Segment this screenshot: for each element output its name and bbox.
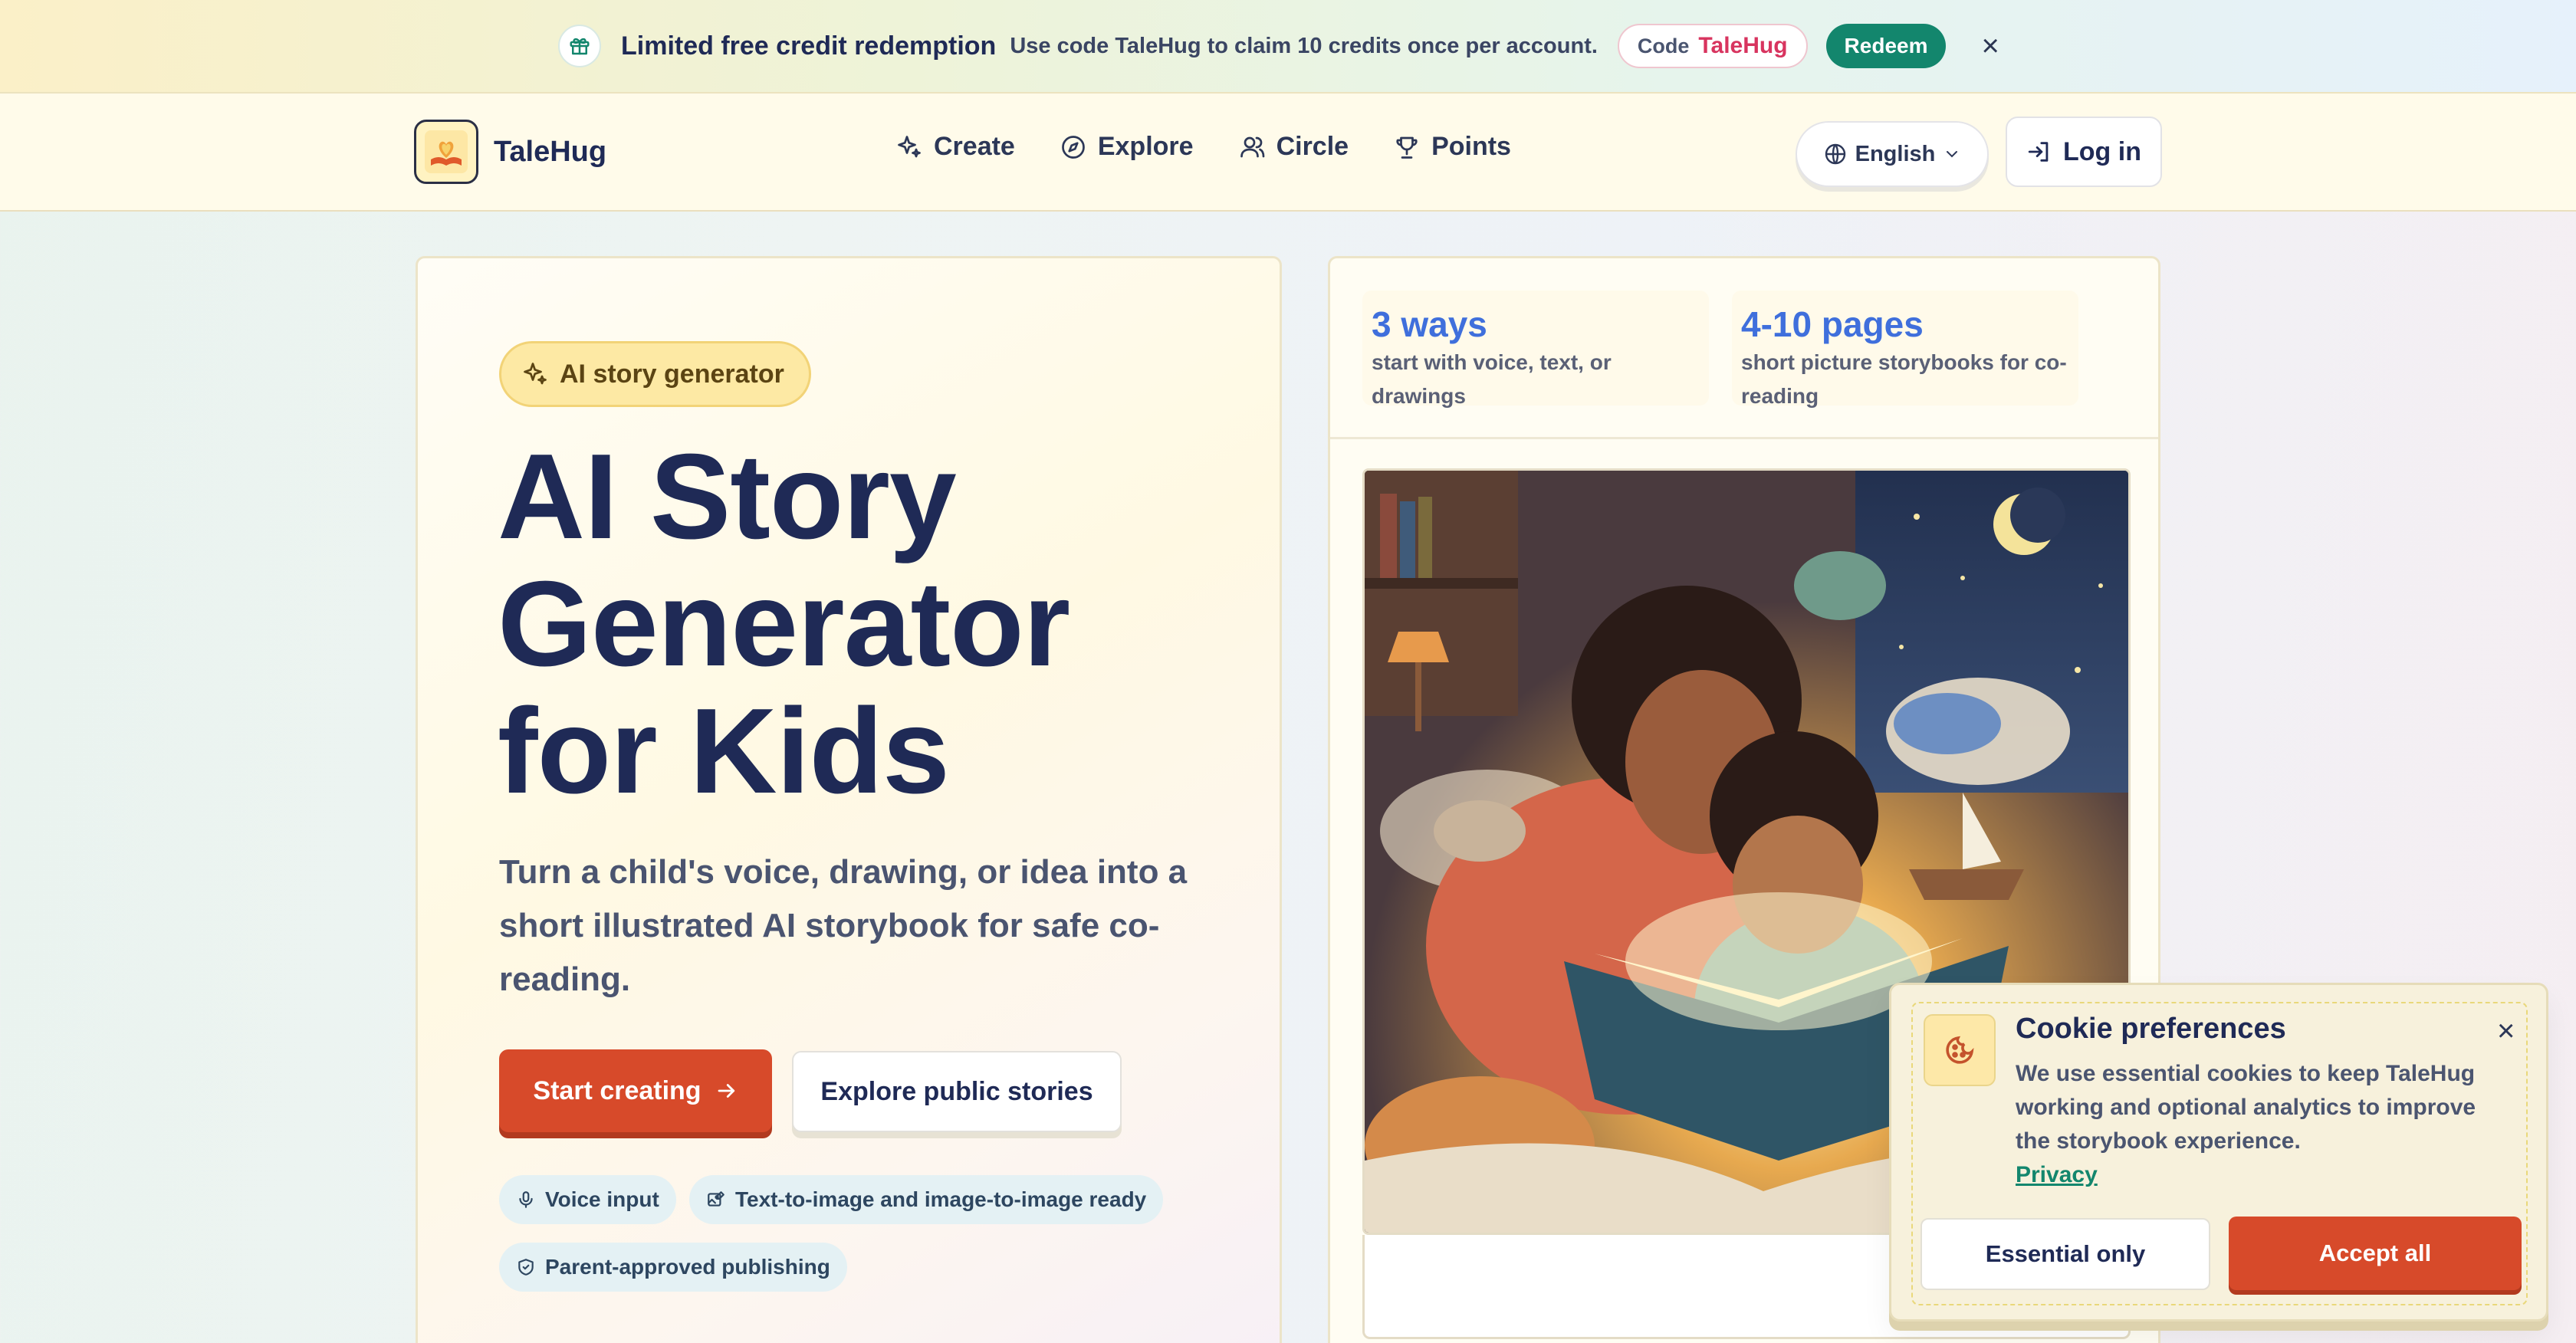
- trophy-icon: [1396, 136, 1418, 159]
- promo-code-label: Code: [1637, 34, 1690, 57]
- login-icon: [2028, 142, 2049, 162]
- close-icon[interactable]: ×: [2497, 1016, 2515, 1046]
- promo-code-pill[interactable]: Code TaleHug: [1617, 24, 1808, 68]
- nav-create-label: Create: [934, 132, 1015, 161]
- cookie-description: We use essential cookies to keep TaleHug…: [2016, 1057, 2491, 1192]
- nav-create[interactable]: Create: [895, 132, 1015, 162]
- nav-points[interactable]: Points: [1393, 132, 1511, 162]
- start-creating-label: Start creating: [533, 1075, 702, 1105]
- hero-badge: AI story generator: [499, 341, 811, 407]
- stat-pages: 4-10 pages short picture storybooks for …: [1732, 291, 2078, 408]
- site-header: TaleHug Create Explore Circle Points Eng…: [0, 94, 2576, 212]
- login-label: Log in: [2063, 136, 2141, 166]
- brand-name: TaleHug: [494, 135, 607, 168]
- promo-code-value: TaleHug: [1698, 33, 1788, 58]
- hero-card: AI story generator AI Story Generator fo…: [416, 256, 1282, 1343]
- promo-description: Use code TaleHug to claim 10 credits onc…: [1010, 33, 1598, 58]
- image-edit-icon: [708, 1191, 724, 1207]
- cookie-title: Cookie preferences: [2016, 1013, 2286, 1045]
- page-title: AI Story Generator for Kids: [498, 429, 1070, 819]
- stat-ways: 3 ways start with voice, text, or drawin…: [1362, 291, 1709, 408]
- shield-icon: [518, 1259, 534, 1276]
- cookie-text: We use essential cookies to keep TaleHug…: [2016, 1061, 2476, 1154]
- main-nav: Create Explore Circle Points: [895, 132, 1556, 162]
- nav-circle-label: Circle: [1276, 132, 1349, 161]
- redeem-button[interactable]: Redeem: [1825, 24, 1947, 68]
- chevron-down-icon: [1947, 151, 1958, 158]
- microphone-icon: [519, 1191, 533, 1208]
- nav-points-label: Points: [1431, 132, 1511, 161]
- login-button[interactable]: Log in: [2006, 117, 2162, 187]
- privacy-link[interactable]: Privacy: [2016, 1162, 2098, 1187]
- accept-all-button[interactable]: Accept all: [2229, 1217, 2522, 1290]
- chip-image-label: Text-to-image and image-to-image ready: [735, 1187, 1147, 1211]
- promo-title: Limited free credit redemption: [621, 31, 997, 61]
- nav-explore-label: Explore: [1097, 132, 1194, 161]
- nav-explore[interactable]: Explore: [1060, 132, 1194, 162]
- chip-parent-label: Parent-approved publishing: [545, 1255, 830, 1279]
- close-icon[interactable]: ×: [1981, 31, 1999, 61]
- chip-image-ready: Text-to-image and image-to-image ready: [689, 1175, 1164, 1224]
- cookie-icon: [1924, 1014, 1996, 1086]
- arrow-right-icon: [718, 1084, 734, 1098]
- cookie-dialog: Cookie preferences × We use essential co…: [1889, 983, 2548, 1322]
- promo-content: Limited free credit redemption Use code …: [558, 21, 1999, 71]
- gift-icon: [558, 25, 601, 67]
- language-label: English: [1855, 141, 1936, 166]
- stats-row: 3 ways start with voice, text, or drawin…: [1330, 258, 2158, 439]
- globe-icon: [1825, 143, 1845, 165]
- essential-only-button[interactable]: Essential only: [1921, 1218, 2210, 1290]
- stat-pages-caption: short picture storybooks for co-reading: [1741, 350, 2067, 408]
- stat-ways-caption: start with voice, text, or drawings: [1372, 350, 1612, 408]
- chip-parent-approved: Parent-approved publishing: [499, 1243, 847, 1292]
- sparkle-icon: [524, 363, 547, 385]
- explore-stories-button[interactable]: Explore public stories: [792, 1051, 1122, 1132]
- promo-banner: Limited free credit redemption Use code …: [0, 0, 2576, 94]
- brand-logo[interactable]: TaleHug: [414, 120, 606, 184]
- stat-pages-value: 4-10 pages: [1741, 304, 1924, 344]
- stat-ways-value: 3 ways: [1372, 304, 1487, 344]
- compass-icon: [1061, 135, 1085, 159]
- people-icon: [1240, 136, 1264, 157]
- sparkle-icon: [898, 135, 921, 157]
- nav-circle[interactable]: Circle: [1238, 132, 1349, 162]
- chip-voice-input: Voice input: [499, 1175, 676, 1224]
- language-selector[interactable]: English: [1796, 121, 1989, 187]
- logo-icon: [414, 120, 478, 184]
- start-creating-button[interactable]: Start creating: [499, 1049, 772, 1132]
- chip-voice-label: Voice input: [545, 1187, 659, 1211]
- hero-subtitle: Turn a child's voice, drawing, or idea i…: [499, 853, 1188, 998]
- hero-badge-label: AI story generator: [560, 359, 784, 389]
